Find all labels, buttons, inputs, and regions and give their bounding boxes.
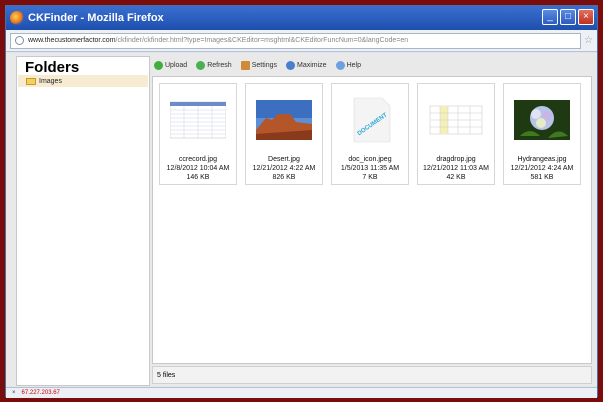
file-date: 12/8/2012 10:04 AM	[166, 165, 230, 172]
close-icon[interactable]: ×	[12, 390, 16, 396]
file-date: 12/21/2012 4:24 AM	[510, 165, 574, 172]
title-bar: CKFinder - Mozilla Firefox _ □ ×	[6, 6, 597, 30]
flower-thumbnail-icon	[514, 100, 570, 140]
wrench-icon	[240, 60, 250, 70]
firefox-icon	[10, 11, 24, 25]
file-card-doc-icon[interactable]: DOCUMENT doc_icon.jpeg 1/5/2013 11:35 AM…	[331, 83, 409, 185]
refresh-button[interactable]: Refresh	[196, 60, 232, 70]
maximize-button[interactable]: Maximize	[286, 60, 327, 70]
address-bar: www.thecustomerfactor.com /ckfinder/ckfi…	[6, 30, 597, 52]
file-date: 12/21/2012 11:03 AM	[422, 165, 490, 172]
url-domain: www.thecustomerfactor.com	[28, 37, 116, 44]
settings-button[interactable]: Settings	[240, 60, 277, 70]
files-status-bar: 5 files	[152, 366, 592, 384]
folders-title: Folders	[25, 59, 80, 76]
file-card-ccrecord[interactable]: ccrecord.jpg 12/8/2012 10:04 AM 146 KB	[159, 83, 237, 185]
file-size: 7 KB	[362, 174, 378, 181]
refresh-icon	[196, 60, 206, 70]
minimize-button[interactable]: _	[542, 9, 558, 25]
file-card-dragdrop[interactable]: dragdrop.jpg 12/21/2012 11:03 AM 42 KB	[417, 83, 495, 185]
toolbar: Upload Refresh Settings Maximize Help	[152, 56, 592, 74]
file-name: ccrecord.jpg	[178, 156, 218, 163]
browser-status-bar: × 67.227.203.67	[6, 387, 597, 398]
file-name: doc_icon.jpeg	[348, 156, 392, 163]
upload-button[interactable]: Upload	[154, 60, 187, 70]
folder-item-images[interactable]: Images	[18, 75, 148, 87]
folder-label: Images	[39, 77, 62, 85]
url-path: /ckfinder/ckfinder.html?type=Images&CKEd…	[115, 37, 409, 44]
browser-window: CKFinder - Mozilla Firefox _ □ × www.the…	[5, 5, 598, 398]
file-name: Desert.jpg	[268, 156, 300, 163]
ip-address: 67.227.203.67	[21, 390, 60, 396]
file-name: Hydrangeas.jpg	[517, 156, 567, 163]
folders-panel: Folders Images	[16, 56, 150, 386]
file-date: 12/21/2012 4:22 AM	[252, 165, 316, 172]
help-icon	[335, 60, 345, 70]
file-size: 826 KB	[272, 174, 296, 181]
window-title: CKFinder - Mozilla Firefox	[28, 12, 164, 24]
url-input[interactable]: www.thecustomerfactor.com /ckfinder/ckfi…	[10, 32, 582, 49]
bookmark-star-icon[interactable]: ☆	[584, 35, 593, 46]
grid-thumbnail-icon	[429, 105, 483, 135]
document-thumbnail-icon: DOCUMENT	[353, 97, 391, 143]
file-size: 42 KB	[446, 174, 466, 181]
help-button[interactable]: Help	[335, 60, 361, 70]
file-size: 146 KB	[186, 174, 210, 181]
maximize-window-button[interactable]: □	[560, 9, 576, 25]
file-size: 581 KB	[530, 174, 554, 181]
ckfinder-app: Folders Images Upload Refresh Settings M…	[6, 53, 597, 386]
file-card-hydrangeas[interactable]: Hydrangeas.jpg 12/21/2012 4:24 AM 581 KB	[503, 83, 581, 185]
file-count: 5 files	[157, 371, 176, 379]
upload-icon	[154, 60, 163, 70]
maximize-icon	[286, 60, 295, 70]
file-date: 1/5/2013 11:35 AM	[340, 165, 400, 172]
folder-icon	[26, 77, 36, 85]
spreadsheet-thumbnail-icon	[169, 101, 227, 139]
globe-icon	[15, 36, 24, 45]
file-card-desert[interactable]: Desert.jpg 12/21/2012 4:22 AM 826 KB	[245, 83, 323, 185]
file-name: dragdrop.jpg	[436, 156, 476, 163]
desert-thumbnail-icon	[256, 100, 312, 140]
files-panel: ccrecord.jpg 12/8/2012 10:04 AM 146 KB D…	[152, 76, 592, 364]
close-window-button[interactable]: ×	[578, 9, 594, 25]
